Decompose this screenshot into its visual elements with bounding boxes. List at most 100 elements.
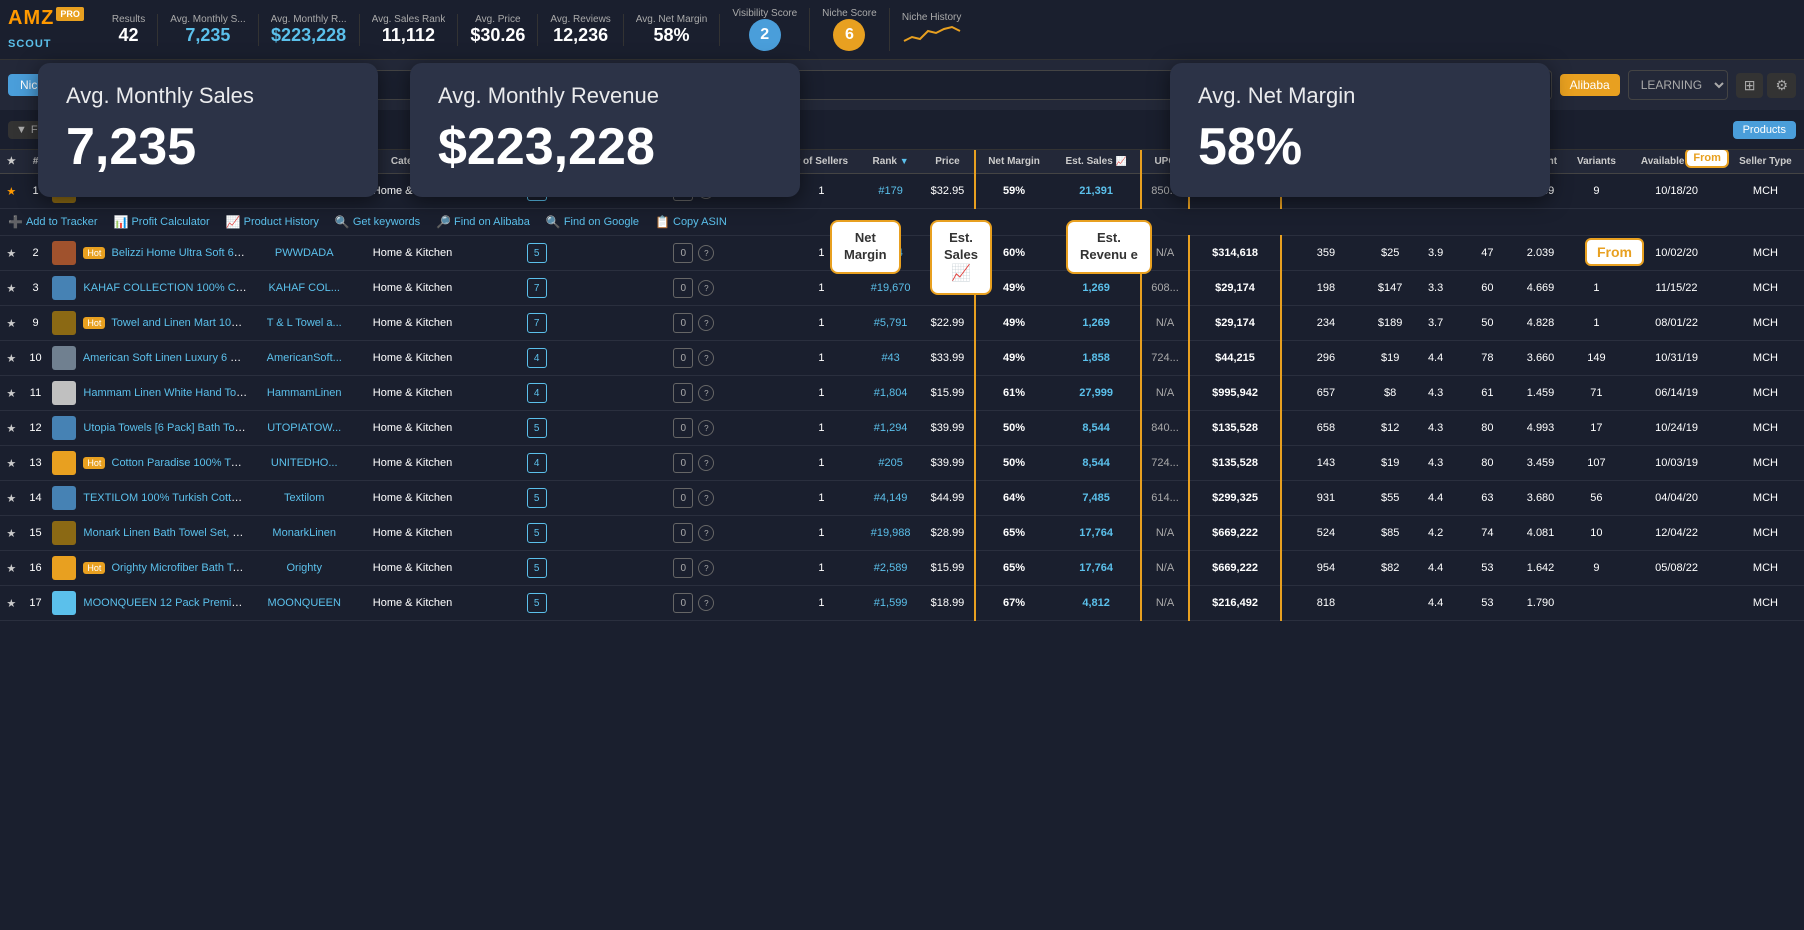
price-cell: $15.99 — [921, 376, 975, 411]
sellers-cell: 1 — [782, 341, 860, 376]
num-cell: 14 — [23, 481, 49, 516]
action-product-history[interactable]: 📈Product History — [226, 215, 319, 229]
pl-score-cell: 5 — [468, 516, 605, 551]
product-name-cell[interactable]: Hot Orighty Microfiber Bath Towe... — [48, 551, 251, 586]
table-row: ★ 16 Hot Orighty Microfiber Bath Towe...… — [0, 551, 1804, 586]
lqs-cell: 53 — [1460, 586, 1514, 621]
star-cell[interactable]: ★ — [0, 411, 23, 446]
table-row: ★ 12 Utopia Towels [6 Pack] Bath Towel S… — [0, 411, 1804, 446]
brand-cell[interactable]: UNITEDHO... — [251, 446, 357, 481]
seller-type-cell: MCH — [1727, 341, 1804, 376]
table-header-row: ★ # Product Name Brand Category Product … — [0, 150, 1804, 174]
product-name-cell[interactable]: KAHAF COLLECTION 100% Cotton ... — [48, 271, 251, 306]
star-cell[interactable]: ★ — [0, 271, 23, 306]
product-table: ★ # Product Name Brand Category Product … — [0, 150, 1804, 621]
search-input[interactable] — [150, 70, 1552, 100]
niche-history[interactable]: Niche History — [890, 12, 974, 47]
tab-products[interactable]: Products — [71, 74, 142, 96]
rank-cell: #19,670 — [860, 271, 921, 306]
num-cell: 10 — [23, 341, 49, 376]
product-name-cell[interactable]: MOONQUEEN 12 Pack Premium Bath... — [48, 586, 251, 621]
col-rating: Rating — [1411, 150, 1461, 174]
filters-button[interactable]: ▼ Filters — [8, 121, 69, 139]
action-add-to-tracker[interactable]: ➕Add to Tracker — [8, 215, 98, 229]
star-cell[interactable]: ★ — [0, 341, 23, 376]
avg-reviews-stat: Avg. Reviews 12,236 — [538, 14, 623, 46]
rating-cell: 4.4 — [1411, 174, 1461, 209]
reviews-cell: 818 — [1281, 586, 1369, 621]
product-name-cell[interactable]: Hot Cotton Paradise 100% Turkish... — [48, 446, 251, 481]
est-sales-cell: 21,391 — [1052, 174, 1141, 209]
brand-cell[interactable]: PWWDADA — [251, 236, 357, 271]
action-find-on-alibaba[interactable]: 🔎Find on Alibaba — [436, 215, 530, 229]
rs-score-cell: 0 ? — [605, 551, 782, 586]
seller-type-cell: MCH — [1727, 551, 1804, 586]
products-button[interactable]: Products — [1733, 121, 1796, 139]
product-name-cell[interactable]: Hammam Linen White Hand Towels 4... — [48, 376, 251, 411]
est-revenue-cell: $216,492 — [1189, 586, 1281, 621]
sellers-cell: 1 — [782, 586, 860, 621]
star-cell[interactable]: ★ — [0, 586, 23, 621]
product-table-container: ★ # Product Name Brand Category Product … — [0, 150, 1804, 621]
rank-cell: #2,589 — [860, 551, 921, 586]
product-name-cell[interactable]: Tens Towels Large Bath Towels, 100... — [48, 174, 251, 209]
action-find-on-google[interactable]: 🔍Find on Google — [546, 215, 639, 229]
brand-cell[interactable]: Orighty — [251, 551, 357, 586]
pl-score-cell: 4 — [468, 376, 605, 411]
learning-dropdown[interactable]: LEARNING — [1628, 70, 1728, 100]
alibaba-button[interactable]: Alibaba — [1560, 74, 1620, 96]
product-name-cell[interactable]: TEXTILOM 100% Turkish Cotton 6 Pc... — [48, 481, 251, 516]
product-name-cell[interactable]: Monark Linen Bath Towel Set, Cotton... — [48, 516, 251, 551]
brand-cell[interactable]: UTOPIATOW... — [251, 411, 357, 446]
star-cell[interactable]: ★ — [0, 481, 23, 516]
action-get-keywords[interactable]: 🔍Get keywords — [335, 215, 420, 229]
star-cell[interactable]: ★ — [0, 516, 23, 551]
settings-button[interactable]: ⚙ — [1767, 73, 1796, 98]
tab-niche[interactable]: Niche — [8, 74, 63, 96]
star-cell[interactable]: ★ — [0, 376, 23, 411]
star-cell[interactable]: ★ — [0, 306, 23, 341]
category-cell: Home & Kitchen — [357, 481, 468, 516]
net-margin-cell: 50% — [975, 411, 1052, 446]
columns-button[interactable]: ⊞ — [1736, 73, 1764, 98]
action-copy-asin[interactable]: 📋Copy ASIN — [655, 215, 727, 229]
product-name-cell[interactable]: Hot Belizzi Home Ultra Soft 6 Pac... — [48, 236, 251, 271]
rs-score-cell: 0 ? — [605, 271, 782, 306]
num-cell: 1 — [23, 174, 49, 209]
brand-cell[interactable]: MonarkLinen — [251, 516, 357, 551]
brand-cell[interactable]: MOONQUEEN — [251, 586, 357, 621]
est-sales-cell: 4,812 — [1052, 586, 1141, 621]
rpr-cell: $85 — [1370, 516, 1411, 551]
variants-cell: 71 — [1567, 376, 1627, 411]
brand-cell[interactable]: HammamLinen — [251, 376, 357, 411]
product-name-cell[interactable]: American Soft Linen Luxury 6 Piece T... — [48, 341, 251, 376]
net-margin-cell: 49% — [975, 306, 1052, 341]
star-cell[interactable]: ★ — [0, 446, 23, 481]
reviews-cell: 691 — [1281, 174, 1369, 209]
est-sales-cell: 1,858 — [1052, 341, 1141, 376]
rs-score-cell: 0 ? — [605, 481, 782, 516]
brand-cell[interactable]: T & L Towel a... — [251, 306, 357, 341]
est-sales-cell: 13,495 — [1052, 236, 1141, 271]
seller-type-cell: MCH — [1727, 236, 1804, 271]
product-name-cell[interactable]: Hot Towel and Linen Mart 100% ... — [48, 306, 251, 341]
sellers-cell: 1 — [782, 376, 860, 411]
reviews-cell: 234 — [1281, 306, 1369, 341]
pl-score-cell: 5 — [468, 551, 605, 586]
star-cell[interactable]: ★ — [0, 236, 23, 271]
brand-cell[interactable]: KAHAF COL... — [251, 271, 357, 306]
brand-cell[interactable]: Textilom — [251, 481, 357, 516]
action-profit-calculator[interactable]: 📊Profit Calculator — [114, 215, 210, 229]
brand-cell[interactable]: TensTowels — [251, 174, 357, 209]
brand-cell[interactable]: AmericanSoft... — [251, 341, 357, 376]
lqs-cell: 74 — [1460, 516, 1514, 551]
sellers-cell: 1 — [782, 516, 860, 551]
num-cell: 3 — [23, 271, 49, 306]
lqs-cell: 78 — [1460, 174, 1514, 209]
niche-score[interactable]: Niche Score 6 — [810, 8, 889, 51]
net-margin-cell: 49% — [975, 271, 1052, 306]
visibility-score[interactable]: Visibility Score 2 — [720, 8, 810, 51]
star-cell[interactable]: ★ — [0, 551, 23, 586]
star-cell[interactable]: ★ — [0, 174, 23, 209]
product-name-cell[interactable]: Utopia Towels [6 Pack] Bath Towel Se... — [48, 411, 251, 446]
